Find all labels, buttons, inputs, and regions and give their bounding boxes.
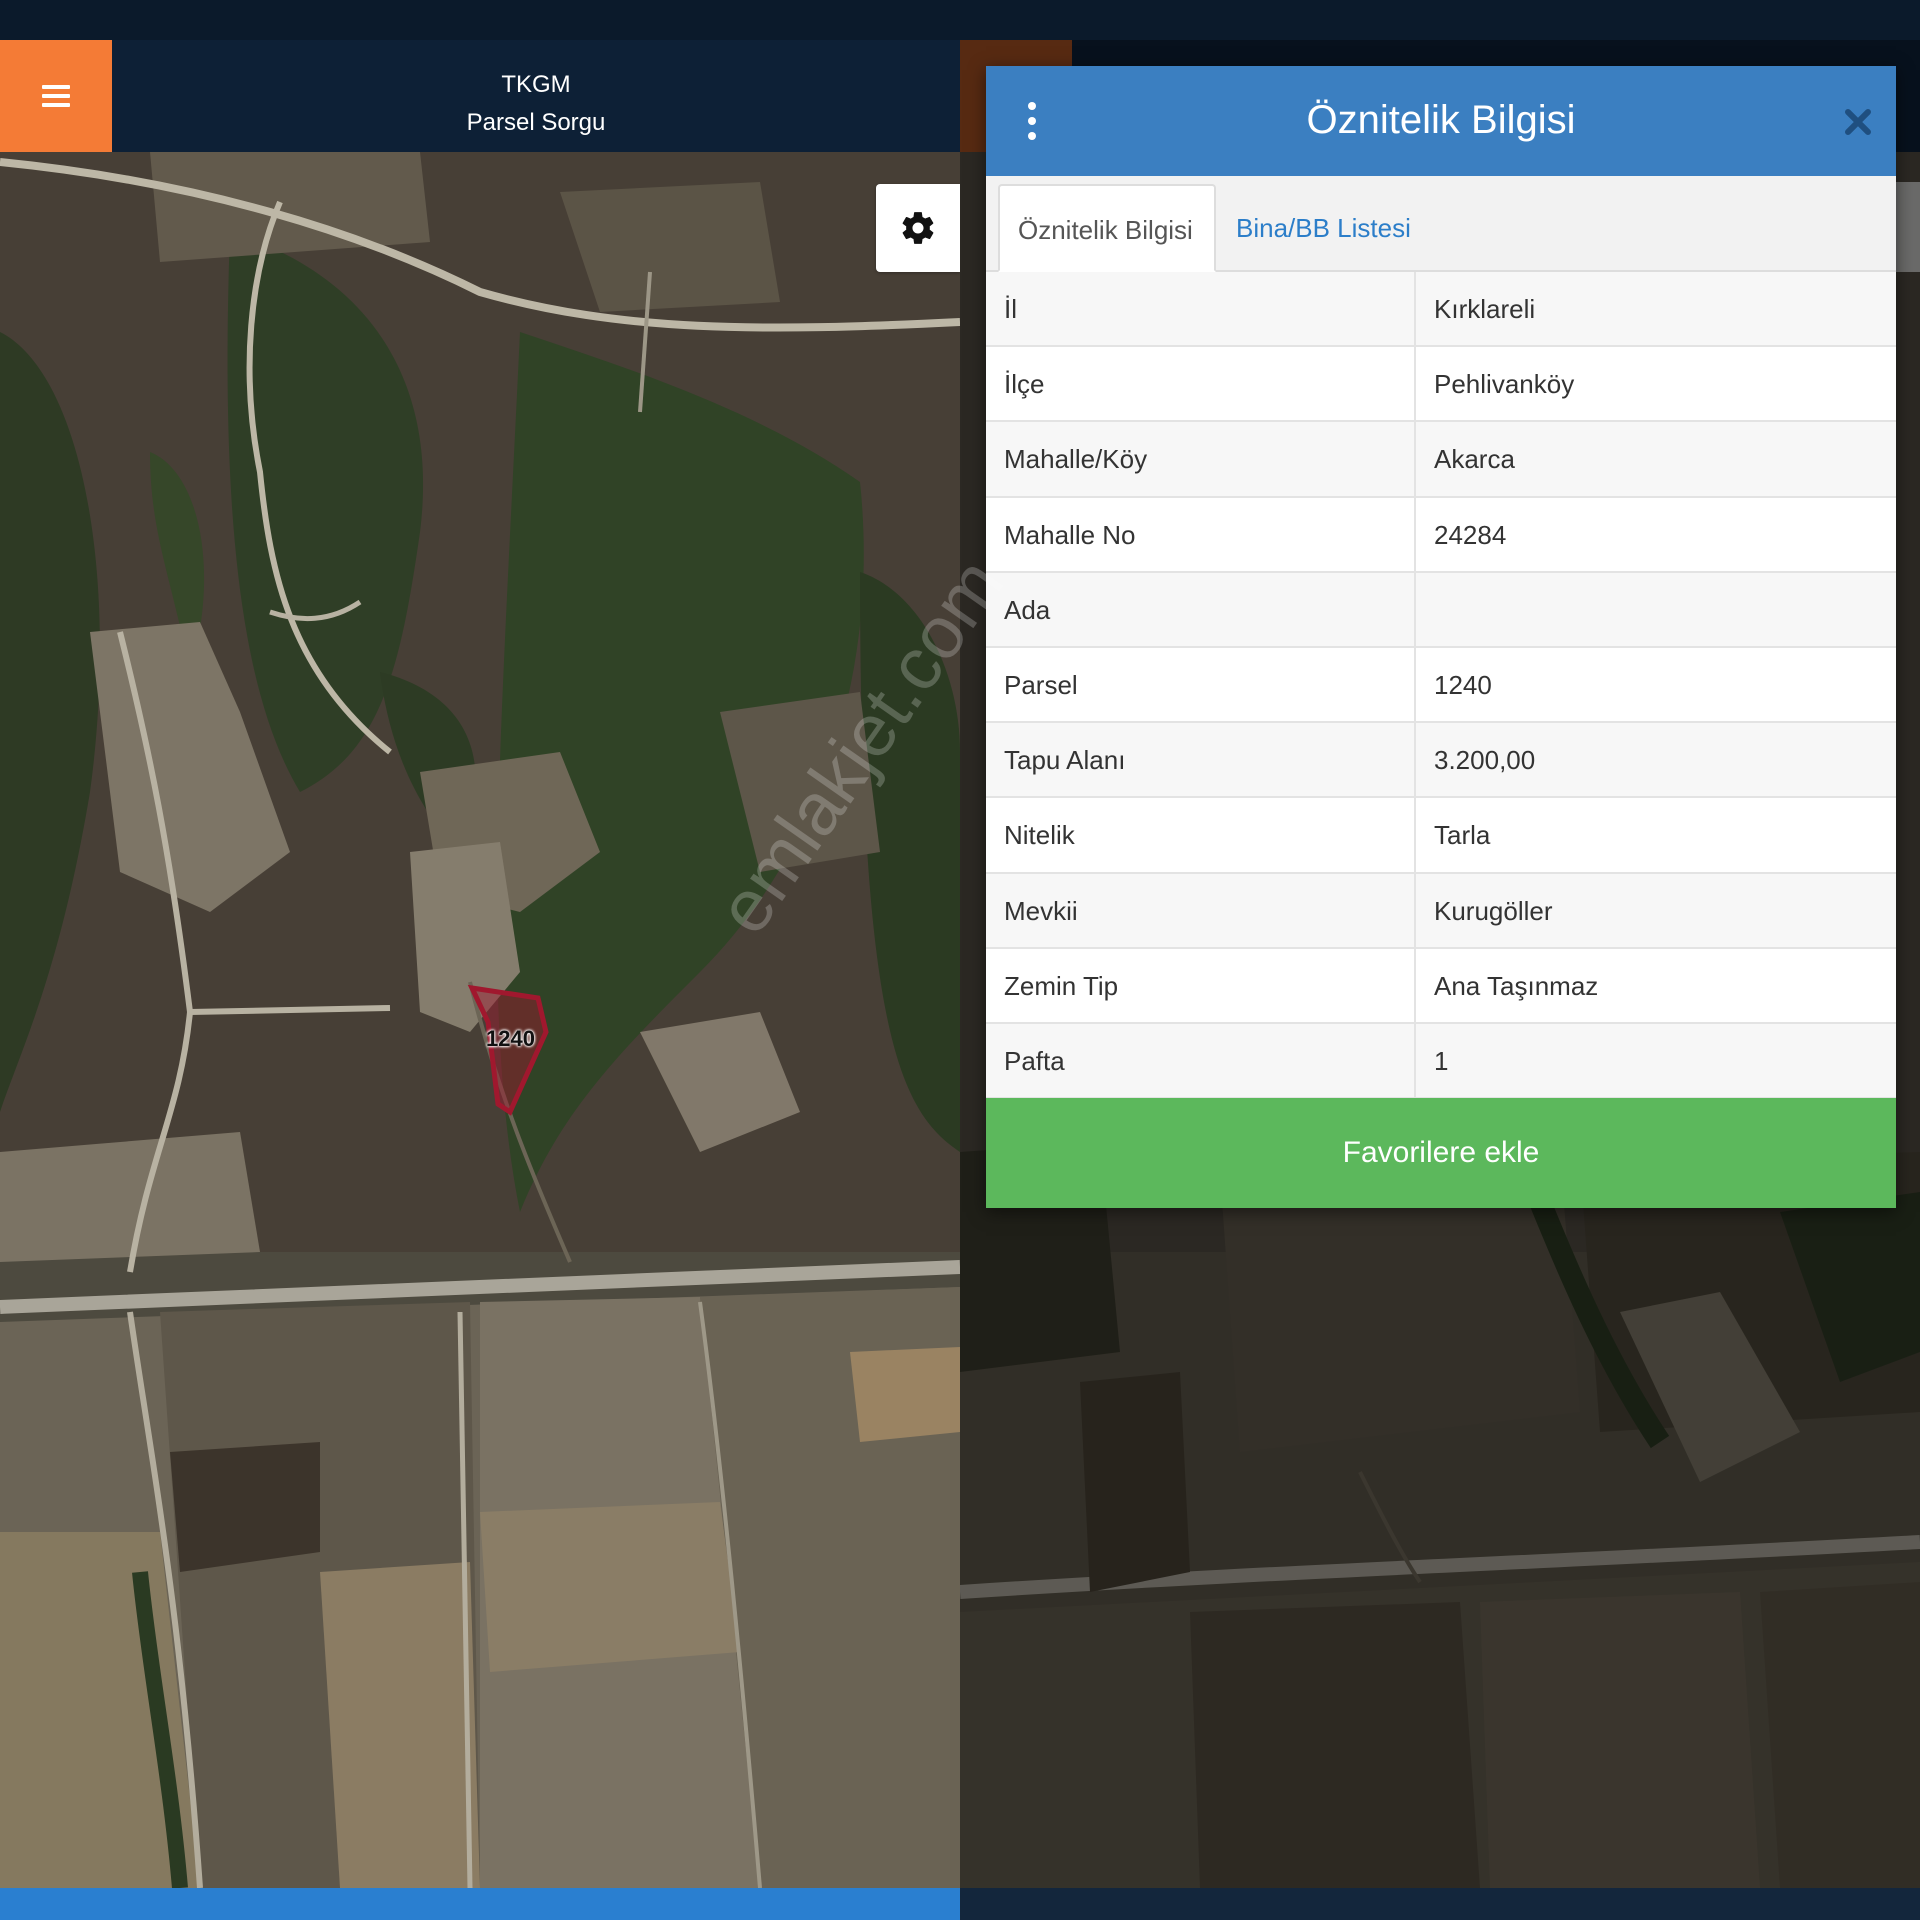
row-value: Ana Taşınmaz [1434,970,1599,1001]
row-value: Pehlivanköy [1434,369,1575,400]
close-icon [1845,109,1871,135]
row-key: İl [1004,294,1017,324]
tab-building-list[interactable]: Bina/BB Listesi [1218,184,1429,272]
table-row: Mevkii Kurugöller [986,873,1896,949]
tab-bar: Öznitelik Bilgisi Bina/BB Listesi [986,176,1896,272]
table-row: Mahalle/Köy Akarca [986,422,1896,498]
row-value: 3.200,00 [1434,745,1536,776]
header-title: TKGM Parsel Sorgu [112,66,960,142]
row-value: 24284 [1434,519,1507,550]
menu-button[interactable] [0,40,112,152]
gear-icon [902,212,934,244]
app-subtitle: Parsel Sorgu [466,109,606,136]
attribute-table: İl Kırklareli İlçe Pehlivanköy Mahalle/Köy… [986,272,1896,1100]
satellite-imagery [0,152,960,1888]
row-key: Parsel [1004,669,1078,700]
add-to-favorites-button[interactable]: Favorilere ekle [986,1098,1896,1208]
scrollbar[interactable] [1896,182,1920,272]
row-key: Ada [1004,594,1051,625]
row-value: Kırklareli [1434,294,1536,324]
table-row: İlçe Pehlivanköy [986,347,1896,423]
attribute-info-modal: Öznitelik Bilgisi Öznitelik Bilgisi Bina… [986,66,1896,1208]
row-key: Mevkii [1004,895,1078,926]
row-value: Tarla [1434,820,1491,851]
row-value: 1 [1434,1045,1449,1076]
row-value: 1240 [1434,669,1492,700]
right-screen: Öznitelik Bilgisi Öznitelik Bilgisi Bina… [960,0,1920,1920]
app-header: TKGM Parsel Sorgu [0,40,960,152]
row-key: Tapu Alanı [1004,745,1126,776]
modal-title: Öznitelik Bilgisi [1306,98,1576,142]
settings-button[interactable] [876,184,960,272]
table-row: Pafta 1 [986,1023,1896,1100]
left-screen: TKGM Parsel Sorgu 1240 [0,0,960,1920]
close-button[interactable] [1842,106,1874,138]
table-row: Mahalle No 24284 [986,497,1896,573]
row-key: Mahalle No [1004,519,1136,550]
parcel-number-label: 1240 [486,1026,535,1051]
row-key: Zemin Tip [1004,970,1119,1001]
satellite-map[interactable] [0,152,960,1888]
tab-attribute-info[interactable]: Öznitelik Bilgisi [998,184,1216,272]
row-key: İlçe [1004,369,1045,400]
bottom-bar-dimmed [960,1888,1920,1920]
table-row: İl Kırklareli [986,272,1896,348]
row-key: Pafta [1004,1045,1065,1076]
screen: TKGM Parsel Sorgu 1240 Öznitelik Bilgisi… [0,0,1920,1920]
bottom-bar [0,1888,960,1920]
row-key: Nitelik [1004,820,1075,851]
row-key: Mahalle/Köy [1004,444,1148,475]
hamburger-menu-icon [42,85,70,107]
row-value: Kurugöller [1434,895,1553,926]
table-row: Tapu Alanı 3.200,00 [986,723,1896,799]
table-row: Ada [986,572,1896,648]
table-row: Parsel 1240 [986,647,1896,724]
row-value: Akarca [1434,444,1515,475]
table-row: Zemin Tip Ana Taşınmaz [986,948,1896,1024]
table-row: Nitelik Tarla [986,798,1896,874]
app-name: TKGM [501,71,571,98]
modal-header: Öznitelik Bilgisi [986,66,1896,176]
